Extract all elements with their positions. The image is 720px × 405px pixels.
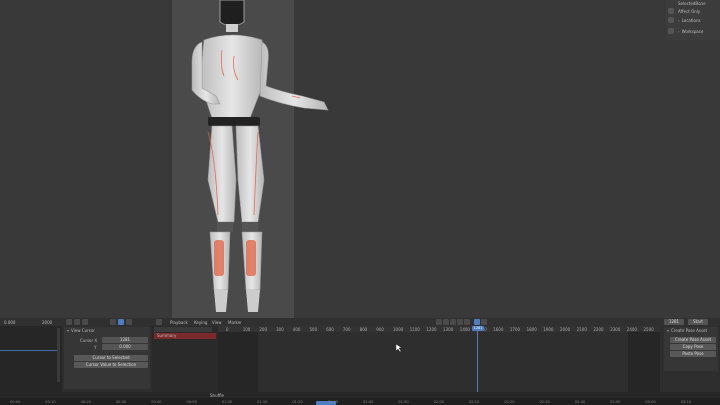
cursor-y-field[interactable]: 0.000 [102,344,148,350]
footer-tick: 02:30 [539,400,550,404]
workspace-icon[interactable] [668,28,674,34]
cursor-y-label: Y [94,345,97,350]
footer-tick: 02:20 [504,400,515,404]
jump-start-icon[interactable] [436,319,442,325]
view-cursor-title: View Cursor [71,328,95,333]
move-icon[interactable] [82,319,88,325]
footer-tick: 02:50 [610,400,621,404]
graph-region[interactable]: 0.000 2000 [0,318,62,392]
pin-icon[interactable] [668,17,674,23]
dopesheet-header: Playback Keying View Marker [152,318,660,326]
summary-label: Summary [157,333,177,338]
footer-tick: 00:20 [80,400,91,404]
channel-list: Summary [152,326,218,392]
prev-key-icon[interactable] [443,319,449,325]
pose-panel-header: 1281 Start [660,318,720,326]
frame-start-field[interactable]: 1281 [664,319,684,325]
keyframe-area[interactable] [218,332,660,392]
cursor-x-label: Cursor X [80,338,98,343]
select-icon[interactable] [66,319,72,325]
menu-marker[interactable]: Marker [228,320,242,325]
paste-pose-button[interactable]: Paste Pose [670,351,716,357]
mouse-cursor-icon [396,344,402,352]
playhead-line[interactable] [477,326,478,392]
scene-range [258,332,628,392]
footer-tick: 00:30 [115,400,127,404]
footer-tick: 01:30 [327,400,339,404]
graph-right-value: 2000 [42,320,53,325]
create-pose-title: Create Pose Asset [671,328,708,333]
channel-search[interactable] [154,327,212,332]
cursor-x-field[interactable]: 1281 [102,337,148,343]
menu-playback[interactable]: Playback [170,320,188,325]
3d-viewport[interactable]: SelectedBone Affect Only › Locations › Wor… [0,0,720,318]
jump-end-icon[interactable] [464,319,470,325]
footer-tick: 01:50 [398,400,409,404]
workspace-label: Workspace [681,29,704,34]
graph-header: 0.000 2000 [0,318,62,326]
play-icon[interactable] [450,319,456,325]
graph-left-value: 0.000 [4,320,16,325]
footer-menu-label[interactable]: Shuffle [210,393,224,398]
footer-tick: 02:00 [433,400,444,404]
create-pose-asset-button[interactable]: Create Pose Asset [670,337,716,343]
create-pose-panel: ▾ Create Pose Asset Create Pose Asset Cop… [664,327,718,371]
helmet [219,0,245,27]
cursor-icon[interactable] [74,319,80,325]
create-pose-header[interactable]: ▾ Create Pose Asset [667,328,707,333]
workspace-row[interactable]: › Workspace [678,29,703,34]
robot-figure[interactable] [172,0,352,318]
cursor-to-selected-button[interactable]: Cursor to Selected [74,355,148,361]
dopesheet[interactable]: Playback Keying View Marker Summary 0 100… [152,318,660,392]
footer-tick: 01:40 [363,400,374,404]
footer-tick: 00:00 [10,400,21,404]
graph-scrollbar[interactable] [57,328,60,382]
locations-row[interactable]: › Locations [678,18,701,23]
graph-curve [0,350,58,351]
footer-tick: 01:10 [257,400,268,404]
filter-icon[interactable] [118,319,124,325]
pose-panel: 1281 Start ▾ Create Pose Asset Create Pos… [660,318,720,392]
footer-tick: 03:10 [680,400,692,404]
footer-tick: 03:00 [645,400,656,404]
current-frame-badge[interactable]: 1281 [472,326,484,331]
editors-area: 0.000 2000 ▾ View Cursor Cursor X 1281 Y … [0,318,720,392]
footer-tick: 00:40 [151,400,162,404]
summary-channel[interactable]: Summary [154,333,216,339]
sidebar-npanel: SelectedBone Affect Only › Locations › Wor… [666,0,720,40]
lock-icon[interactable] [668,8,674,14]
snap-icon[interactable] [110,319,116,325]
footer-timeline[interactable]: Shuffle 00:00 00:10 00:20 00:30 00:40 00:50 01… [0,392,720,405]
locations-label: Locations [681,18,701,23]
belt [208,117,260,126]
selected-bone-label: SelectedBone [678,1,706,6]
editor-type-icon[interactable] [156,319,162,325]
footer-tick: 02:10 [468,400,480,404]
copy-pose-button[interactable]: Copy Pose [670,344,716,350]
view-cursor-header[interactable]: ▾ View Cursor [67,328,95,333]
next-key-icon[interactable] [457,319,463,325]
affect-only-label[interactable]: Affect Only [678,9,700,14]
footer-tick: 01:20 [292,400,303,404]
torso [199,34,265,119]
frame-end-field[interactable]: Start [688,319,708,325]
footer-tick: 00:50 [186,400,197,404]
keyframe-icon[interactable] [481,319,487,325]
menu-view[interactable]: View [212,320,222,325]
menu-keying[interactable]: Keying [194,320,207,325]
footer-header: Shuffle [0,392,720,398]
footer-tick: 02:40 [574,400,586,404]
sidebar-toolbar [62,318,152,326]
footer-tick: 01:00 [221,400,233,404]
cursor-value-to-selection-button[interactable]: Cursor Value to Selection [74,362,148,368]
proportional-icon[interactable] [126,319,132,325]
graph-sidebar: ▾ View Cursor Cursor X 1281 Y 0.000 Curso… [62,318,152,392]
view-cursor-panel: ▾ View Cursor Cursor X 1281 Y 0.000 Curso… [64,327,150,389]
frame-indicator-icon[interactable] [474,319,480,325]
footer-tick: 00:10 [45,400,56,404]
